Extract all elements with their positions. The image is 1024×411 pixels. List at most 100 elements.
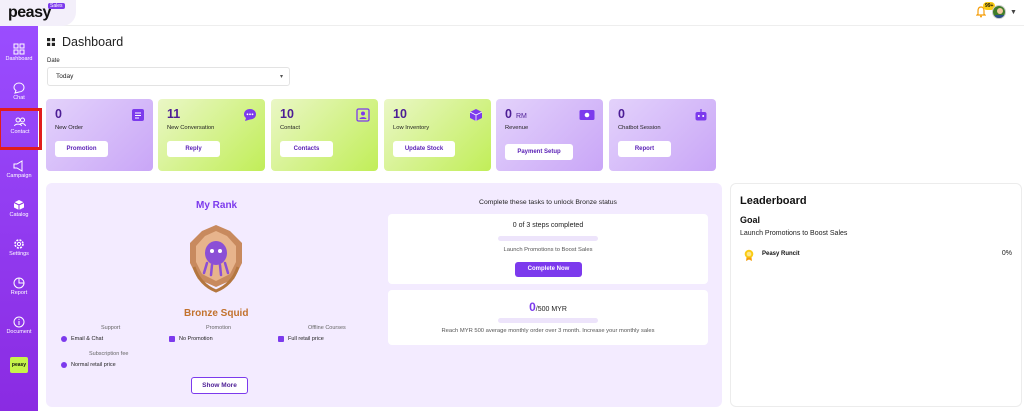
bronze-squid-badge-icon <box>190 225 242 293</box>
task-description: Reach MYR 500 average monthly order over… <box>441 328 655 334</box>
leaderboard-title: Leaderboard <box>740 195 807 207</box>
benefit-heading: Support <box>101 325 121 331</box>
stat-card-contact: 10 Contact Contacts <box>271 99 378 171</box>
sidebar-item-catalog[interactable]: Catalog <box>0 194 38 230</box>
sidebar: Dashboard Chat Contact Campaign Catalog … <box>0 26 42 411</box>
chevron-down-icon[interactable]: ▼ <box>1010 9 1017 16</box>
sales-progress-text: 0/500 MYR <box>529 300 567 314</box>
stat-value: 10 <box>393 107 407 121</box>
stat-value: 11 <box>167 107 181 121</box>
avatar[interactable] <box>992 5 1006 19</box>
logo-area[interactable]: peasy Sales <box>0 0 76 26</box>
chat-bubble-icon <box>13 82 25 94</box>
sidebar-item-label: Report <box>10 290 28 296</box>
task-card-monthly-sales: 0/500 MYR Reach MYR 500 average monthly … <box>388 290 708 345</box>
show-more-button[interactable]: Show More <box>191 377 248 394</box>
report-button[interactable]: Report <box>618 141 671 157</box>
medal-icon <box>744 249 754 261</box>
contact-card-icon <box>356 108 370 122</box>
logo: peasy <box>8 4 51 21</box>
goal-description: Launch Promotions to Boost Sales <box>740 230 848 237</box>
receipt-icon <box>132 109 144 121</box>
sidebar-item-label: Catalog <box>9 212 29 218</box>
date-select-value: Today <box>56 73 74 80</box>
cube-icon <box>13 200 25 210</box>
chevron-down-icon: ▾ <box>279 74 283 80</box>
logo-tag: Sales <box>48 3 65 9</box>
stat-label: Low Inventory <box>393 125 430 131</box>
benefit-value: Full retail price <box>288 336 324 342</box>
info-icon <box>13 316 25 328</box>
date-label: Date <box>47 58 60 64</box>
mini-logo: peasy <box>10 357 28 373</box>
benefit-value: Normal retail price <box>71 362 116 368</box>
goal-title: Goal <box>740 215 761 225</box>
rank-name: Bronze Squid <box>184 308 249 319</box>
page-title: Dashboard <box>62 35 124 49</box>
sidebar-item-document[interactable]: Document <box>0 311 38 347</box>
task-description: Launch Promotions to Boost Sales <box>503 247 593 253</box>
sidebar-item-contact[interactable]: Contact <box>0 108 42 150</box>
megaphone-icon <box>13 160 23 172</box>
stat-value: 0 RM <box>505 107 527 121</box>
leaderboard-percent: 0% <box>1001 250 1012 257</box>
task-card-promotions: 0 of 3 steps completed Launch Promotions… <box>388 214 708 284</box>
stat-card-revenue: 0 RM Revenue Payment Setup <box>496 99 603 171</box>
robot-icon <box>695 109 707 121</box>
stat-value: 0 <box>55 107 62 121</box>
users-icon <box>14 117 26 127</box>
top-bar: peasy Sales 99+ ▼ <box>0 0 1024 26</box>
benefit-heading: Subscription fee <box>89 351 129 357</box>
chat-dots-icon <box>244 109 256 121</box>
pie-chart-icon <box>13 277 25 289</box>
benefit-heading: Promotion <box>206 325 232 331</box>
steps-progress-text: 0 of 3 steps completed <box>512 222 584 229</box>
stat-label: Contact <box>280 125 300 131</box>
date-select[interactable]: Today ▾ <box>47 67 290 86</box>
stat-card-new-conversation: 11 New Conversation Reply <box>158 99 265 171</box>
leaderboard-row: Peasy Runcit 0% <box>740 247 1015 263</box>
book-icon <box>278 336 284 342</box>
box-icon <box>469 109 483 121</box>
task-progress-bar <box>498 318 598 323</box>
benefit-value: No Promotion <box>179 336 213 342</box>
dollar-icon <box>61 362 67 368</box>
complete-now-button[interactable]: Complete Now <box>515 262 582 277</box>
task-progress-bar <box>498 236 598 241</box>
sidebar-item-label: Contact <box>10 129 30 135</box>
sidebar-item-chat[interactable]: Chat <box>0 77 38 113</box>
sidebar-item-report[interactable]: Report <box>0 272 38 308</box>
stat-value: 10 <box>280 107 294 121</box>
payment-setup-button[interactable]: Payment Setup <box>505 144 573 160</box>
stat-label: Chatbot Session <box>618 125 661 131</box>
sidebar-item-campaign[interactable]: Campaign <box>0 155 38 191</box>
mail-icon <box>61 336 67 342</box>
stat-label: Revenue <box>505 125 529 131</box>
update-stock-button[interactable]: Update Stock <box>393 141 455 157</box>
megaphone-icon <box>169 336 175 342</box>
sidebar-item-label: Campaign <box>6 173 32 179</box>
sidebar-item-label: Settings <box>9 251 29 257</box>
grid-icon <box>47 38 55 46</box>
sidebar-item-settings[interactable]: Settings <box>0 233 38 269</box>
benefit-value: Email & Chat <box>71 336 104 342</box>
stat-card-new-order: 0 New Order Promotion <box>46 99 153 171</box>
contacts-button[interactable]: Contacts <box>280 141 333 157</box>
cash-icon <box>579 110 595 120</box>
reply-button[interactable]: Reply <box>167 141 220 157</box>
stat-card-low-inventory: 10 Low Inventory Update Stock <box>384 99 491 171</box>
promotion-button[interactable]: Promotion <box>55 141 108 157</box>
task-heading: Complete these tasks to unlock Bronze st… <box>479 199 617 206</box>
rank-title: My Rank <box>196 200 238 211</box>
gear-icon <box>14 239 24 249</box>
grid-icon <box>13 43 25 55</box>
sidebar-item-dashboard[interactable]: Dashboard <box>0 38 38 74</box>
rank-panel: My Rank Bronze Squid Support Email & Cha… <box>46 183 722 407</box>
sidebar-item-label: Chat <box>13 95 25 101</box>
sidebar-item-label: Document <box>6 329 32 335</box>
stat-card-chatbot-session: 0 Chatbot Session Report <box>609 99 716 171</box>
benefit-heading: Offline Courses <box>308 325 346 331</box>
stat-label: New Conversation <box>167 125 215 131</box>
stat-value: 0 <box>618 107 625 121</box>
sidebar-item-label: Dashboard <box>5 56 33 62</box>
